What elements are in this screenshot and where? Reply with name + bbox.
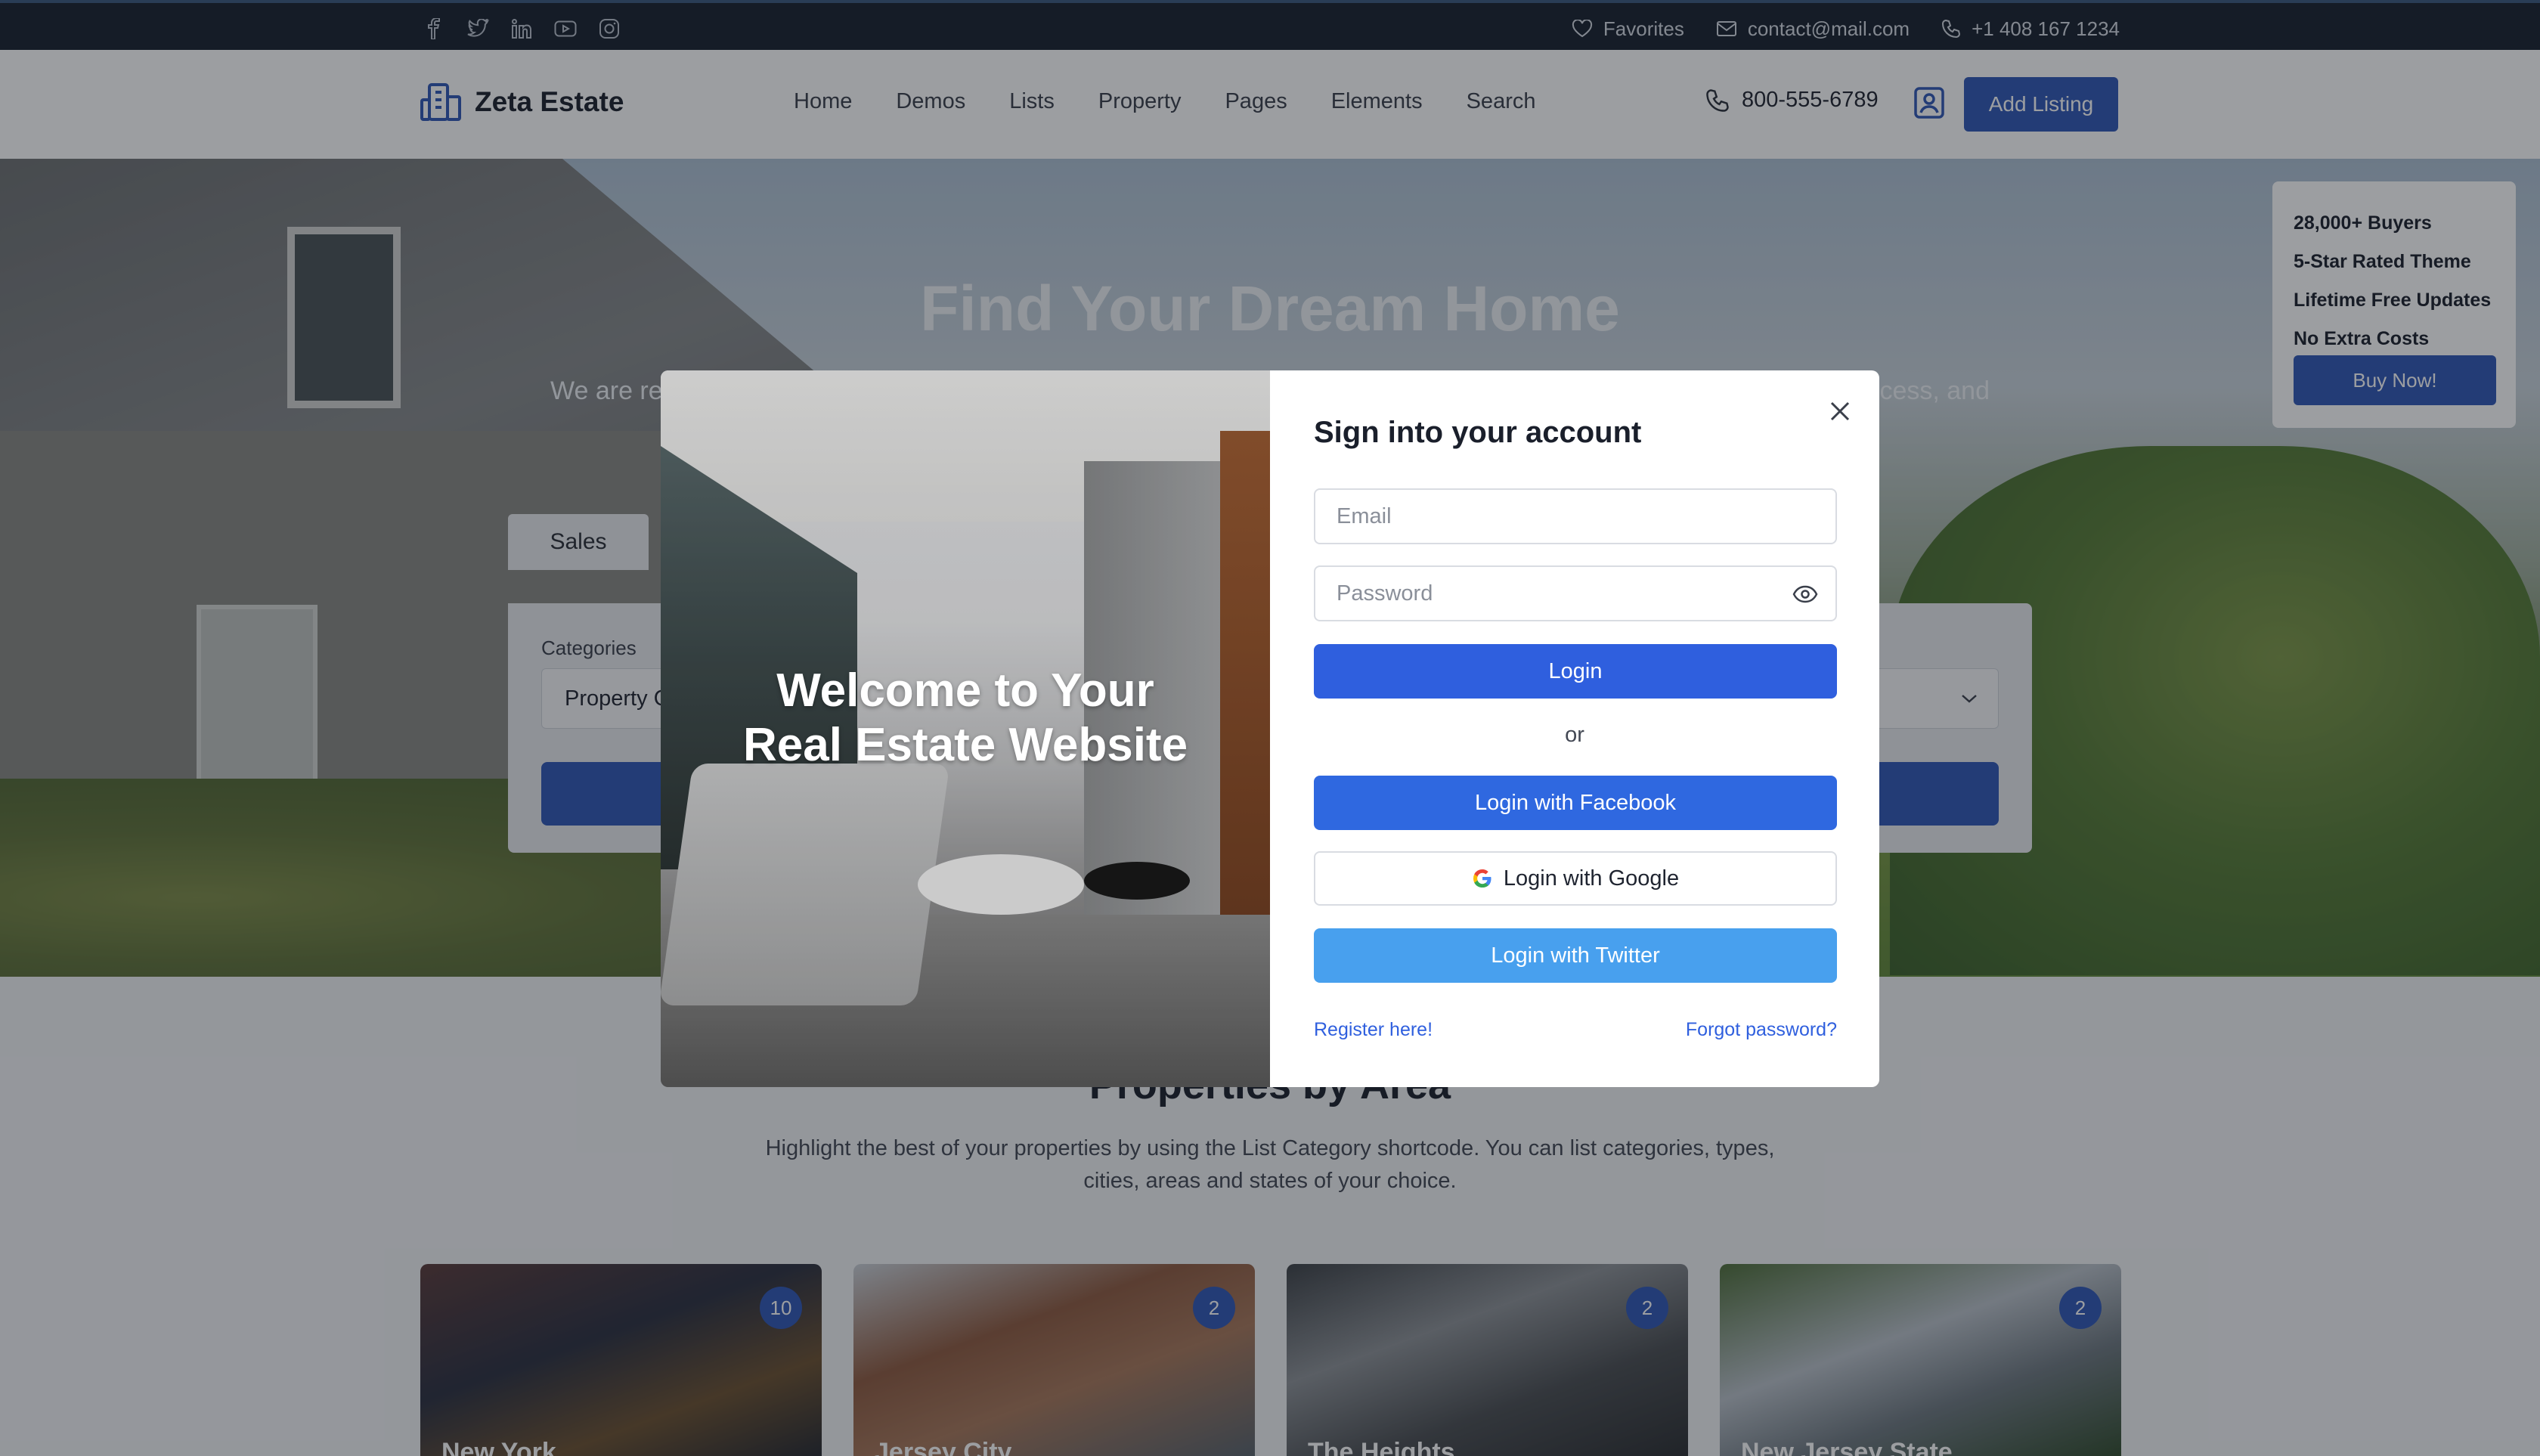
login-button[interactable]: Login	[1314, 644, 1837, 699]
or-divider: or	[1565, 723, 1584, 747]
login-facebook-button[interactable]: Login with Facebook	[1314, 776, 1837, 830]
close-button[interactable]	[1822, 393, 1858, 429]
eye-icon	[1792, 585, 1818, 603]
google-icon	[1473, 869, 1491, 888]
password-field[interactable]	[1314, 565, 1837, 621]
register-link[interactable]: Register here!	[1314, 1019, 1433, 1041]
welcome-line-1: Welcome to Your	[776, 664, 1154, 717]
forgot-password-link[interactable]: Forgot password?	[1686, 1019, 1837, 1041]
login-google-label: Login with Google	[1503, 866, 1680, 891]
login-google-button[interactable]: Login with Google	[1314, 851, 1837, 906]
login-twitter-button[interactable]: Login with Twitter	[1314, 928, 1837, 983]
email-field[interactable]	[1314, 488, 1837, 544]
welcome-heading: Welcome to Your Real Estate Website	[661, 664, 1270, 773]
show-password-toggle[interactable]	[1789, 578, 1822, 611]
login-button-label: Login	[1548, 658, 1603, 683]
login-facebook-label: Login with Facebook	[1475, 790, 1676, 815]
modal-title: Sign into your account	[1314, 416, 1642, 449]
close-icon	[1830, 401, 1850, 421]
login-modal: Sign into your account Login or Login wi…	[1270, 370, 1879, 1087]
welcome-line-2: Real Estate Website	[742, 719, 1188, 771]
login-twitter-label: Login with Twitter	[1491, 943, 1660, 968]
modal-image-panel: Welcome to Your Real Estate Website	[661, 370, 1270, 1087]
